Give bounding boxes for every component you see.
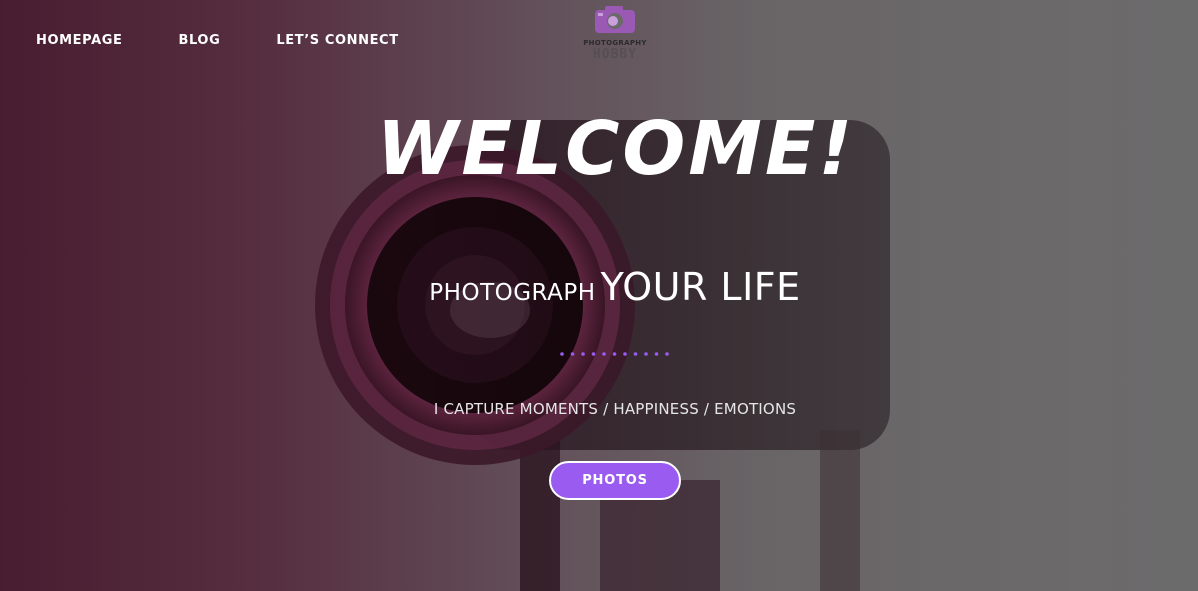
nav-item-blog[interactable]: BLOG — [179, 33, 221, 48]
hero-subtitle: I CAPTURE MOMENTS / HAPPINESS / EMOTIONS — [433, 400, 797, 418]
hero-title: WELCOME! — [376, 106, 856, 192]
camera-icon — [595, 6, 635, 33]
logo-subtext: HOBBY — [592, 47, 638, 62]
photos-button[interactable]: PHOTOS — [549, 461, 681, 500]
tagline-light: PHOTOGRAPH — [429, 280, 596, 306]
nav-item-homepage[interactable]: HOMEPAGE — [36, 33, 123, 48]
logo-text: PHOTOGRAPHY — [583, 39, 647, 47]
dotted-divider — [560, 352, 669, 356]
nav-item-lets-connect[interactable]: LET’S CONNECT — [276, 33, 398, 48]
hero-section: HOMEPAGE BLOG LET’S CONNECT PHOTOGRAPHY … — [0, 0, 1198, 591]
top-navigation: HOMEPAGE BLOG LET’S CONNECT — [36, 33, 455, 48]
site-logo[interactable]: PHOTOGRAPHY HOBBY — [580, 4, 650, 66]
hero-tagline: PHOTOGRAPH YOUR LIFE — [0, 265, 1198, 309]
tagline-bold: YOUR LIFE — [600, 265, 801, 309]
